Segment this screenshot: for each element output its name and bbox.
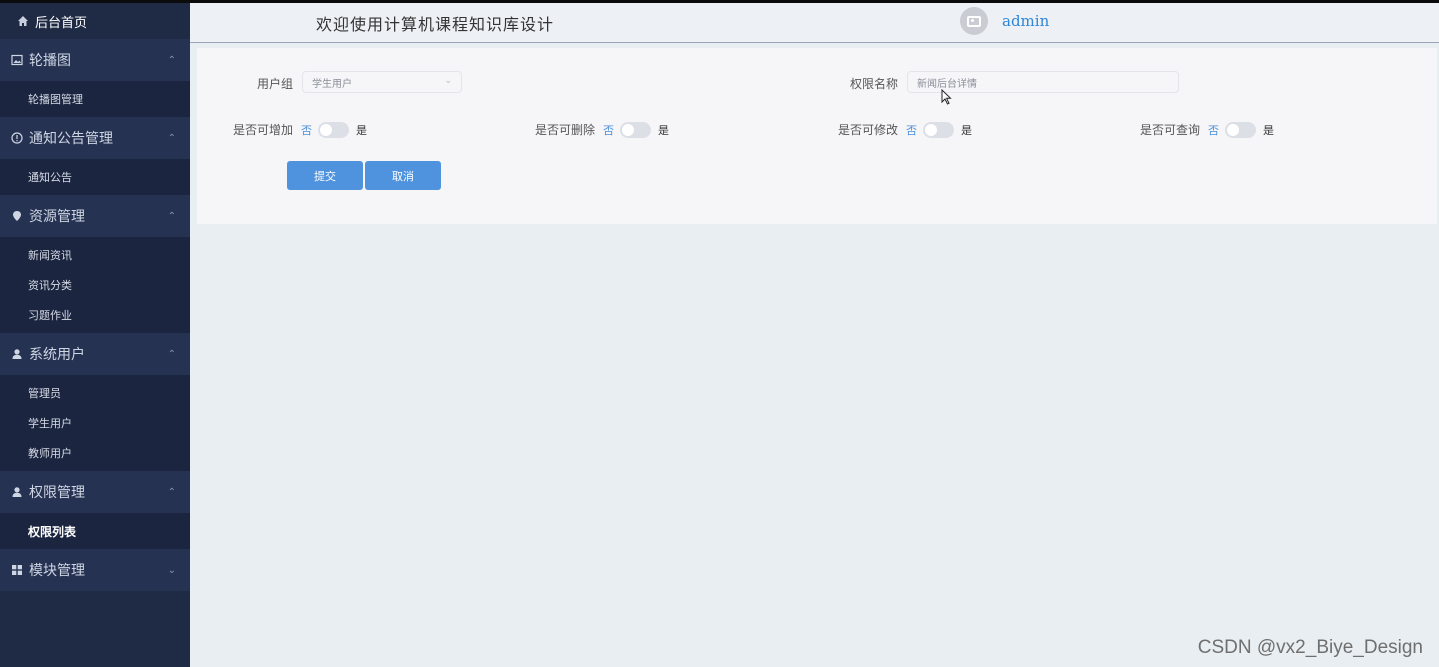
toggle-off-text: 否: [1208, 123, 1220, 137]
sidebar-group-carousel[interactable]: 轮播图 ⌃: [0, 39, 190, 81]
sidebar-item-teachers[interactable]: 教师用户: [0, 438, 190, 468]
toggle-label: 是否可删除: [535, 123, 596, 137]
chevron-up-icon: ⌃: [167, 132, 176, 144]
page-title: 欢迎使用计算机课程知识库设计: [316, 15, 555, 34]
toggle-row-add: 是否可增加 否 是: [233, 121, 367, 138]
image-icon: [967, 15, 981, 27]
sidebar-group-label: 资源管理: [29, 209, 85, 225]
user-group-value: 学生用户: [312, 78, 352, 90]
sidebar-group-label: 通知公告管理: [29, 131, 113, 147]
watermark: CSDN @vx2_Biye_Design: [1197, 637, 1423, 658]
sidebar: 后台首页 轮播图 ⌃ 轮播图管理 通知公告管理 ⌃ 通知公告 资源管理 ⌃ 新闻…: [0, 3, 190, 667]
sidebar-item-notice[interactable]: 通知公告: [0, 162, 190, 192]
user-icon: [10, 486, 24, 498]
avatar[interactable]: [960, 7, 988, 35]
user-icon: [10, 348, 24, 360]
sidebar-item-carousel-manage[interactable]: 轮播图管理: [0, 84, 190, 114]
toggle-row-edit: 是否可修改 否 是: [838, 121, 972, 138]
toggle-on-text: 是: [1263, 123, 1275, 137]
toggle-label: 是否可增加: [233, 123, 294, 137]
sidebar-item-news[interactable]: 新闻资讯: [0, 240, 190, 270]
sidebar-item-permission-list[interactable]: 权限列表: [0, 516, 190, 546]
toggle-switch-add[interactable]: [318, 121, 350, 138]
toggle-row-delete: 是否可删除 否 是: [535, 121, 669, 138]
toggle-row-query: 是否可查询 否 是: [1140, 121, 1274, 138]
chevron-up-icon: ⌃: [167, 348, 176, 360]
toggle-on-text: 是: [658, 123, 670, 137]
sidebar-group-label: 轮播图: [29, 53, 71, 69]
chevron-up-icon: ⌃: [167, 54, 176, 66]
sidebar-item-home[interactable]: 后台首页: [0, 3, 190, 39]
toggle-switch-query[interactable]: [1225, 121, 1257, 138]
chevron-up-icon: ⌃: [167, 486, 176, 498]
sidebar-group-label: 模块管理: [29, 563, 85, 579]
permission-name-label: 权限名称: [850, 77, 899, 91]
toggle-label: 是否可查询: [1140, 123, 1201, 137]
chevron-down-icon: ⌄: [167, 564, 176, 576]
toggle-switch-delete[interactable]: [620, 121, 652, 138]
sidebar-item-news-category[interactable]: 资讯分类: [0, 270, 190, 300]
user-group-label: 用户组: [257, 77, 294, 91]
home-icon: [17, 15, 29, 27]
permission-form: 用户组 学生用户 ⌄ 权限名称 是否可增加 否 是 是否可删除 否 是 是否可修…: [197, 48, 1437, 224]
info-circle-icon: [10, 132, 24, 144]
sidebar-group-label: 权限管理: [29, 485, 85, 501]
image-icon: [10, 54, 24, 66]
cancel-button[interactable]: 取消: [365, 161, 441, 190]
top-header: 欢迎使用计算机课程知识库设计 admin: [190, 3, 1439, 43]
toggle-off-text: 否: [301, 123, 313, 137]
sidebar-group-modules[interactable]: 模块管理 ⌄: [0, 549, 190, 591]
grid-icon: [10, 564, 24, 576]
toggle-on-text: 是: [356, 123, 368, 137]
sidebar-group-resources[interactable]: 资源管理 ⌃: [0, 195, 190, 237]
sidebar-item-students[interactable]: 学生用户: [0, 408, 190, 438]
sidebar-group-label: 系统用户: [29, 347, 85, 363]
username-link[interactable]: admin: [1002, 12, 1049, 30]
sidebar-item-homework[interactable]: 习题作业: [0, 300, 190, 330]
toggle-off-text: 否: [906, 123, 918, 137]
sidebar-group-system-users[interactable]: 系统用户 ⌃: [0, 333, 190, 375]
chevron-up-icon: ⌃: [167, 210, 176, 222]
toggle-label: 是否可修改: [838, 123, 899, 137]
sidebar-group-permissions[interactable]: 权限管理 ⌃: [0, 471, 190, 513]
sidebar-group-notice[interactable]: 通知公告管理 ⌃: [0, 117, 190, 159]
sidebar-item-label: 后台首页: [35, 15, 88, 31]
toggle-on-text: 是: [961, 123, 973, 137]
toggle-switch-edit[interactable]: [923, 121, 955, 138]
chevron-down-icon: ⌄: [444, 76, 452, 86]
user-group-select[interactable]: 学生用户 ⌄: [302, 71, 462, 93]
sidebar-item-admins[interactable]: 管理员: [0, 378, 190, 408]
location-pin-icon: [10, 210, 24, 222]
submit-button[interactable]: 提交: [287, 161, 363, 190]
toggle-off-text: 否: [603, 123, 615, 137]
